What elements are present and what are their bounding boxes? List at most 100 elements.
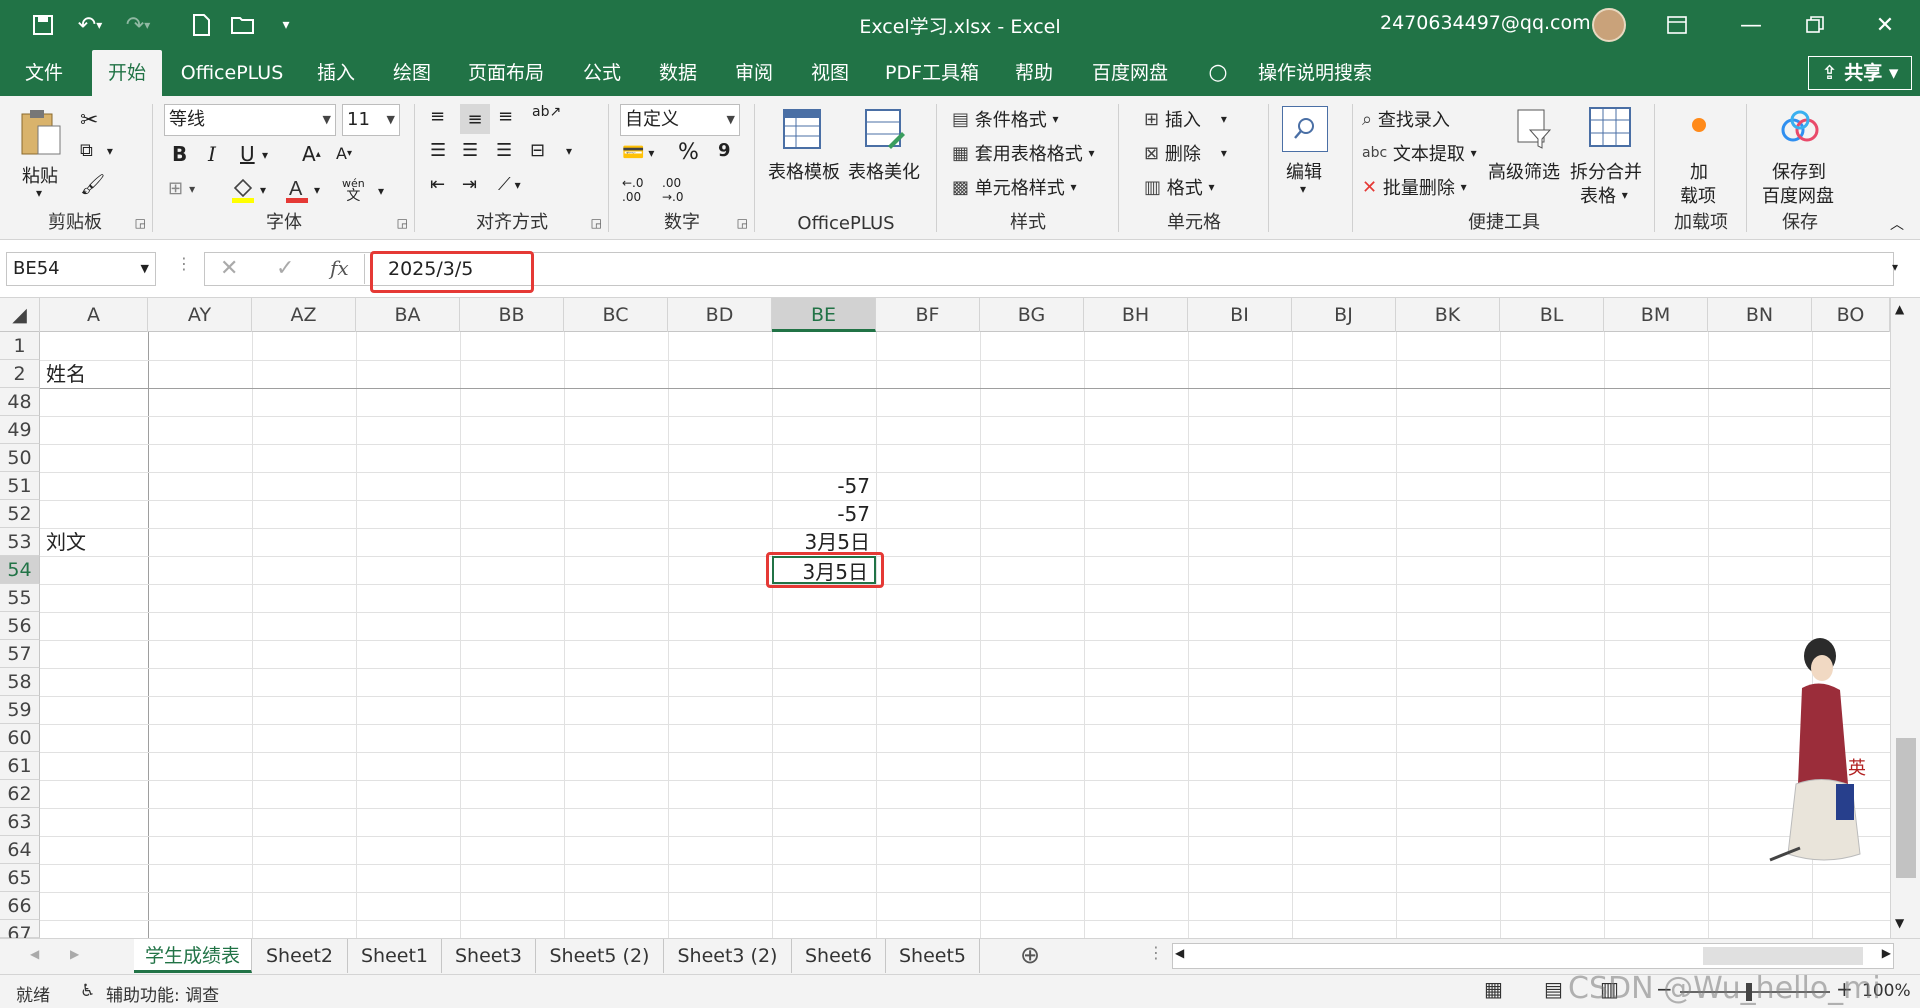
row-header-63[interactable]: 63 — [0, 808, 40, 836]
format-painter-icon[interactable]: 🖌 — [80, 172, 105, 196]
scroll-left-icon[interactable]: ◀ — [1175, 946, 1184, 960]
column-header-ay[interactable]: AY — [148, 298, 252, 332]
align-center-icon[interactable]: ☰ — [462, 140, 478, 161]
row-header-57[interactable]: 57 — [0, 640, 40, 668]
restore-icon[interactable] — [1792, 8, 1838, 42]
find-entry-button[interactable]: ⌕ 查找录入 — [1362, 106, 1450, 132]
tab-view[interactable]: 视图 — [798, 50, 862, 96]
column-header-bc[interactable]: BC — [564, 298, 668, 332]
decrease-font-icon[interactable]: A ▾ — [336, 144, 352, 163]
confirm-entry-icon[interactable]: ✓ — [276, 256, 294, 281]
orientation-icon[interactable]: ab↗ — [532, 104, 561, 120]
collapse-ribbon-icon[interactable]: ︿ — [1890, 214, 1904, 234]
row-header-53[interactable]: 53 — [0, 528, 40, 556]
row-header-61[interactable]: 61 — [0, 752, 40, 780]
cell-style-button[interactable]: ▩ 单元格样式 ▾ — [952, 174, 1077, 200]
name-box[interactable]: BE54 ▼ — [6, 252, 156, 286]
sheet-tab-7[interactable]: Sheet6 — [792, 939, 886, 973]
increase-decimal-icon[interactable]: ←.0.00 — [622, 176, 644, 204]
tab-file[interactable]: 文件 — [12, 50, 76, 96]
cell-a2[interactable]: 姓名 — [46, 360, 146, 388]
currency-icon[interactable]: 💳 ▾ — [622, 142, 654, 163]
tab-baidu-netdisk[interactable]: 百度网盘 — [1082, 50, 1178, 96]
horizontal-scrollbar[interactable]: ◀ ▶ — [1172, 943, 1894, 969]
row-header-56[interactable]: 56 — [0, 612, 40, 640]
prev-sheet-icon[interactable]: ◀ — [30, 947, 39, 961]
row-header-62[interactable]: 62 — [0, 780, 40, 808]
close-icon[interactable]: ✕ — [1862, 8, 1908, 42]
tab-insert[interactable]: 插入 — [304, 50, 368, 96]
underline-button[interactable]: U — [240, 142, 255, 166]
row-header-51[interactable]: 51 — [0, 472, 40, 500]
column-header-bg[interactable]: BG — [980, 298, 1084, 332]
delete-cells-button[interactable]: ⊠ 删除 ▾ — [1144, 140, 1227, 166]
font-size-combo[interactable]: 11 ▼ — [342, 104, 400, 136]
batch-delete-button[interactable]: ✕ 批量删除 ▾ — [1362, 174, 1467, 200]
accessibility-status[interactable]: 辅助功能: 调查 — [106, 981, 219, 1006]
column-header-bi[interactable]: BI — [1188, 298, 1292, 332]
sheet-tab-3[interactable]: Sheet1 — [348, 939, 442, 973]
row-header-67[interactable]: 67 — [0, 920, 40, 938]
worksheet-grid[interactable]: ◢ A AY AZ BA BB BC BD BE BF BG BH BI BJ … — [0, 298, 1920, 938]
row-header-65[interactable]: 65 — [0, 864, 40, 892]
cell-a53[interactable]: 刘文 — [46, 528, 146, 556]
account-name[interactable]: 2470634497@qq.com — [1380, 12, 1591, 34]
more-options-icon[interactable]: ⋮ — [176, 254, 192, 273]
row-header-58[interactable]: 58 — [0, 668, 40, 696]
tab-review[interactable]: 审阅 — [722, 50, 786, 96]
merge-dropdown-icon[interactable]: ▾ — [566, 144, 572, 158]
row-header-66[interactable]: 66 — [0, 892, 40, 920]
column-header-ba[interactable]: BA — [356, 298, 460, 332]
row-header-55[interactable]: 55 — [0, 584, 40, 612]
cancel-entry-icon[interactable]: ✕ — [220, 256, 238, 281]
scroll-up-icon[interactable]: ▲ — [1895, 302, 1904, 316]
split-merge-icon[interactable] — [1588, 106, 1632, 148]
row-header-64[interactable]: 64 — [0, 836, 40, 864]
tab-split-handle-icon[interactable]: ⋮ — [1148, 943, 1164, 962]
align-middle-icon[interactable]: ≡ — [460, 104, 490, 134]
underline-dropdown-icon[interactable]: ▾ — [262, 148, 268, 162]
increase-font-icon[interactable]: A ▴ — [302, 142, 321, 166]
column-header-be[interactable]: BE — [772, 298, 876, 332]
decrease-decimal-icon[interactable]: .00 →.0 — [662, 176, 684, 204]
insert-function-icon[interactable]: fx — [330, 256, 349, 280]
row-header-48[interactable]: 48 — [0, 388, 40, 416]
dialog-launcher-icon[interactable]: ◲ — [397, 216, 408, 230]
page-layout-view-icon[interactable]: ▤ — [1544, 977, 1563, 1001]
edit-button[interactable]: 编辑 — [1286, 158, 1322, 184]
comma-button[interactable]: 9 — [718, 140, 731, 161]
addins-button[interactable]: 加 — [1690, 158, 1708, 184]
scroll-right-icon[interactable]: ▶ — [1882, 946, 1891, 960]
tab-home[interactable]: 开始 — [92, 50, 162, 96]
fill-color-icon[interactable]: ▾ — [230, 176, 266, 204]
paste-dropdown-icon[interactable]: ▾ — [36, 186, 42, 200]
save-to-netdisk-button-line2[interactable]: 百度网盘 — [1762, 182, 1834, 208]
row-header-2[interactable]: 2 — [0, 360, 40, 388]
row-header-59[interactable]: 59 — [0, 696, 40, 724]
baidu-netdisk-icon[interactable] — [1780, 110, 1820, 146]
font-name-combo[interactable]: 等线 ▼ — [164, 104, 336, 136]
dialog-launcher-icon[interactable]: ◲ — [135, 216, 146, 230]
phonetic-icon[interactable]: wén 文 — [342, 178, 365, 204]
column-header-a[interactable]: A — [40, 298, 148, 332]
column-header-az[interactable]: AZ — [252, 298, 356, 332]
column-header-bo[interactable]: BO — [1812, 298, 1890, 332]
tab-pdf-tools[interactable]: PDF工具箱 — [876, 50, 988, 96]
wrap-text-icon[interactable]: ⊟ — [530, 140, 545, 161]
column-header-bl[interactable]: BL — [1500, 298, 1604, 332]
format-cells-button[interactable]: ▥ 格式 ▾ — [1144, 174, 1215, 200]
sheet-tab-8[interactable]: Sheet5 — [886, 939, 980, 973]
sheet-tab-5[interactable]: Sheet5 (2) — [536, 939, 664, 973]
column-header-bk[interactable]: BK — [1396, 298, 1500, 332]
horizontal-scroll-thumb[interactable] — [1703, 947, 1863, 965]
font-color-icon[interactable]: A ▾ — [284, 176, 320, 204]
row-header-60[interactable]: 60 — [0, 724, 40, 752]
column-header-bh[interactable]: BH — [1084, 298, 1188, 332]
column-header-bf[interactable]: BF — [876, 298, 980, 332]
text-direction-icon[interactable]: ⟋ ▾ — [498, 174, 521, 195]
copy-icon[interactable]: ⧉ ▾ — [80, 140, 113, 161]
insert-cells-button[interactable]: ⊞ 插入 ▾ — [1144, 106, 1227, 132]
expand-formula-bar-icon[interactable]: ▾ — [1892, 260, 1898, 274]
conditional-format-button[interactable]: ▤ 条件格式 ▾ — [952, 106, 1059, 132]
tell-me-search[interactable]: 操作说明搜索 — [1240, 50, 1390, 96]
